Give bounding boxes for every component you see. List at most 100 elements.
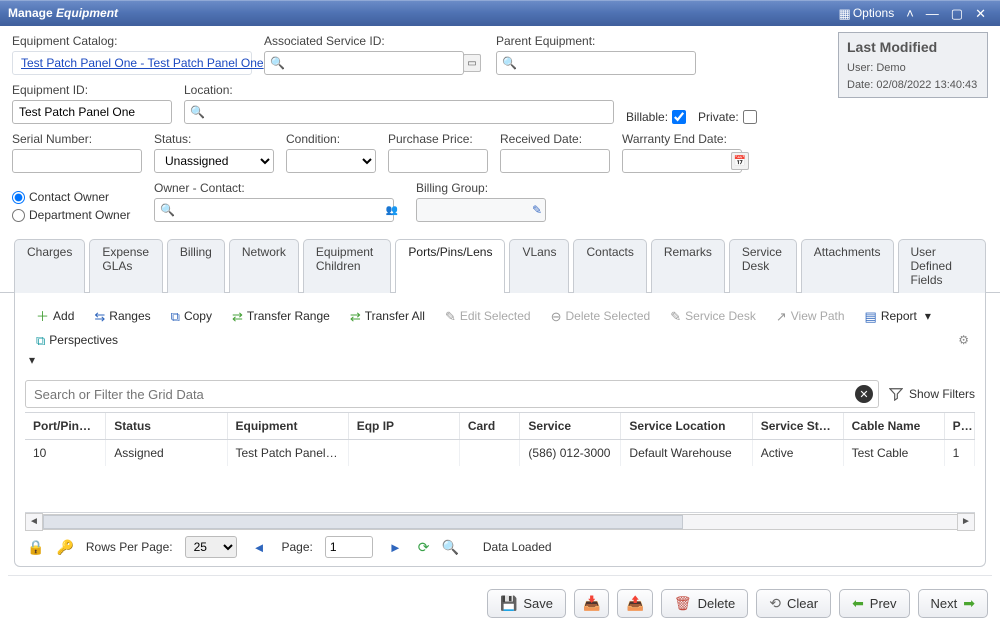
owner-contact-field[interactable] — [154, 198, 394, 222]
tab-charges[interactable]: Charges — [14, 239, 85, 293]
tab-equipment-children[interactable]: Equipment Children — [303, 239, 392, 293]
save-close-button[interactable]: 📤 — [617, 589, 652, 618]
next-button[interactable]: Next➡ — [918, 589, 988, 618]
tab-service-desk[interactable]: Service Desk — [729, 239, 797, 293]
grid-horizontal-scrollbar[interactable]: ◄ ► — [25, 512, 975, 530]
tab-attachments[interactable]: Attachments — [801, 239, 894, 293]
page-label: Page: — [281, 540, 312, 554]
grid-col-5[interactable]: Service — [520, 413, 621, 440]
save-button[interactable]: 💾Save — [487, 589, 566, 618]
trash-icon: 🗑 — [674, 595, 692, 612]
view-path-button[interactable]: ↗View Path — [767, 305, 854, 327]
ranges-button[interactable]: ⇆Ranges — [85, 305, 159, 327]
grid-empty-area — [25, 466, 975, 512]
table-cell: Test Patch Panel O… — [227, 440, 348, 467]
pager-prev-button[interactable]: ◄ — [249, 540, 270, 555]
tab-remarks[interactable]: Remarks — [651, 239, 725, 293]
scroll-right-button[interactable]: ► — [957, 513, 975, 531]
last-modified-user: User: Demo — [847, 60, 979, 77]
magnifier-icon[interactable]: 🔍 — [441, 539, 458, 556]
calendar-icon[interactable]: 📅 — [731, 152, 749, 170]
equipment-id-field[interactable] — [12, 100, 172, 124]
scroll-track[interactable] — [43, 514, 957, 530]
tab-vlans[interactable]: VLans — [509, 239, 569, 293]
tab-expense-glas[interactable]: Expense GLAs — [89, 239, 162, 293]
clear-button[interactable]: ⟲Clear — [756, 589, 831, 618]
department-owner-radio-wrap[interactable]: Department Owner — [12, 208, 142, 222]
prev-button[interactable]: ⬅Prev — [839, 589, 909, 618]
grid-col-9[interactable]: P… — [944, 413, 974, 440]
tab-contacts[interactable]: Contacts — [573, 239, 646, 293]
owner-contact-action-icon[interactable]: 👥 — [383, 201, 401, 219]
contact-owner-radio-wrap[interactable]: Contact Owner — [12, 190, 142, 204]
billing-group-field[interactable] — [416, 198, 546, 222]
grid-col-4[interactable]: Card — [459, 413, 520, 440]
ports-grid: Port/Pin…▲▼StatusEquipmentEqp IPCardServ… — [25, 412, 975, 530]
lock-icon[interactable]: 🔒 — [27, 539, 44, 556]
grid-col-7[interactable]: Service Stat… — [752, 413, 843, 440]
grid-pager: 🔒 🔑 Rows Per Page: 25 ◄ Page: ► ⟳ 🔍 Data… — [25, 530, 975, 558]
parent-equipment-field[interactable] — [496, 51, 696, 75]
transfer-all-button[interactable]: ⇄Transfer All — [341, 305, 434, 327]
grid-col-8[interactable]: Cable Name — [843, 413, 944, 440]
collapse-button[interactable]: ˄ — [900, 7, 920, 20]
rows-per-page-select[interactable]: 25 — [185, 536, 237, 558]
options-button[interactable]: ▦ Options — [833, 6, 901, 20]
status-select[interactable]: Unassigned — [154, 149, 274, 173]
add-button[interactable]: ＋Add — [27, 305, 83, 327]
grid-col-2[interactable]: Equipment — [227, 413, 348, 440]
private-checkbox[interactable] — [743, 110, 757, 124]
refresh-icon[interactable]: ⟳ — [418, 539, 430, 556]
copy-button[interactable]: ⧉Copy — [162, 305, 221, 327]
table-cell: 1 — [944, 440, 974, 467]
service-desk-button[interactable]: ✎Service Desk — [661, 305, 765, 327]
scroll-thumb[interactable] — [43, 515, 683, 529]
pencil-icon[interactable]: ✎ — [532, 203, 542, 217]
key-icon[interactable]: 🔑 — [56, 539, 73, 556]
show-filters-button[interactable]: Show Filters — [889, 387, 975, 401]
edit-selected-button[interactable]: ✎Edit Selected — [436, 305, 540, 327]
grid-col-1[interactable]: Status — [106, 413, 227, 440]
billable-wrap: Billable: — [626, 110, 686, 124]
minimize-button[interactable]: — — [920, 7, 945, 20]
grid-search-input[interactable] — [25, 380, 879, 408]
grid-col-3[interactable]: Eqp IP — [348, 413, 459, 440]
sort-icon: ▲▼ — [95, 422, 106, 433]
gear-icon[interactable]: ⚙ — [954, 329, 973, 351]
pager-next-button[interactable]: ► — [385, 540, 406, 555]
maximize-button[interactable]: ▢ — [945, 7, 969, 20]
table-row[interactable]: 10AssignedTest Patch Panel O…(586) 012-3… — [25, 440, 975, 467]
footer: 💾Save 📥 📤 🗑Delete ⟲Clear ⬅Prev Next➡ — [0, 585, 1000, 628]
report-button[interactable]: ▤Report▾ — [856, 305, 940, 327]
tab-ports-pins-lens[interactable]: Ports/Pins/Lens — [395, 239, 505, 293]
page-number-field[interactable] — [325, 536, 373, 558]
condition-select[interactable] — [286, 149, 376, 173]
maximize-icon: ▢ — [951, 7, 963, 20]
save-plus-button[interactable]: 📥 — [574, 589, 609, 618]
associated-service-id-field[interactable] — [264, 51, 464, 75]
tabstrip: ChargesExpense GLAsBillingNetworkEquipme… — [0, 238, 1000, 293]
delete-selected-button[interactable]: ⊖Delete Selected — [542, 305, 660, 327]
billable-checkbox[interactable] — [672, 110, 686, 124]
warranty-end-field[interactable] — [622, 149, 742, 173]
grid-col-0[interactable]: Port/Pin…▲▼ — [25, 413, 106, 440]
location-field[interactable] — [184, 100, 614, 124]
transfer-range-button[interactable]: ⇄Transfer Range — [223, 305, 339, 327]
tab-billing[interactable]: Billing — [167, 239, 225, 293]
contact-owner-radio[interactable] — [12, 191, 25, 204]
department-owner-radio[interactable] — [12, 209, 25, 222]
associated-service-id-picker-button[interactable]: ▭ — [463, 54, 481, 72]
received-date-field[interactable] — [500, 149, 610, 173]
tab-network[interactable]: Network — [229, 239, 299, 293]
close-button[interactable]: ✕ — [969, 7, 992, 20]
equipment-catalog-link[interactable]: Test Patch Panel One - Test Patch Panel … — [21, 56, 264, 70]
toolbar-more-button[interactable]: ▾ — [27, 353, 973, 367]
tab-user-defined-fields[interactable]: User Defined Fields — [898, 239, 987, 293]
delete-button[interactable]: 🗑Delete — [661, 589, 748, 618]
grid-col-6[interactable]: Service Location — [621, 413, 752, 440]
serial-number-field[interactable] — [12, 149, 142, 173]
grid-search-clear-button[interactable]: ✕ — [855, 385, 873, 403]
scroll-left-button[interactable]: ◄ — [25, 513, 43, 531]
perspectives-button[interactable]: ⧉Perspectives — [27, 329, 127, 351]
purchase-price-field[interactable] — [388, 149, 488, 173]
